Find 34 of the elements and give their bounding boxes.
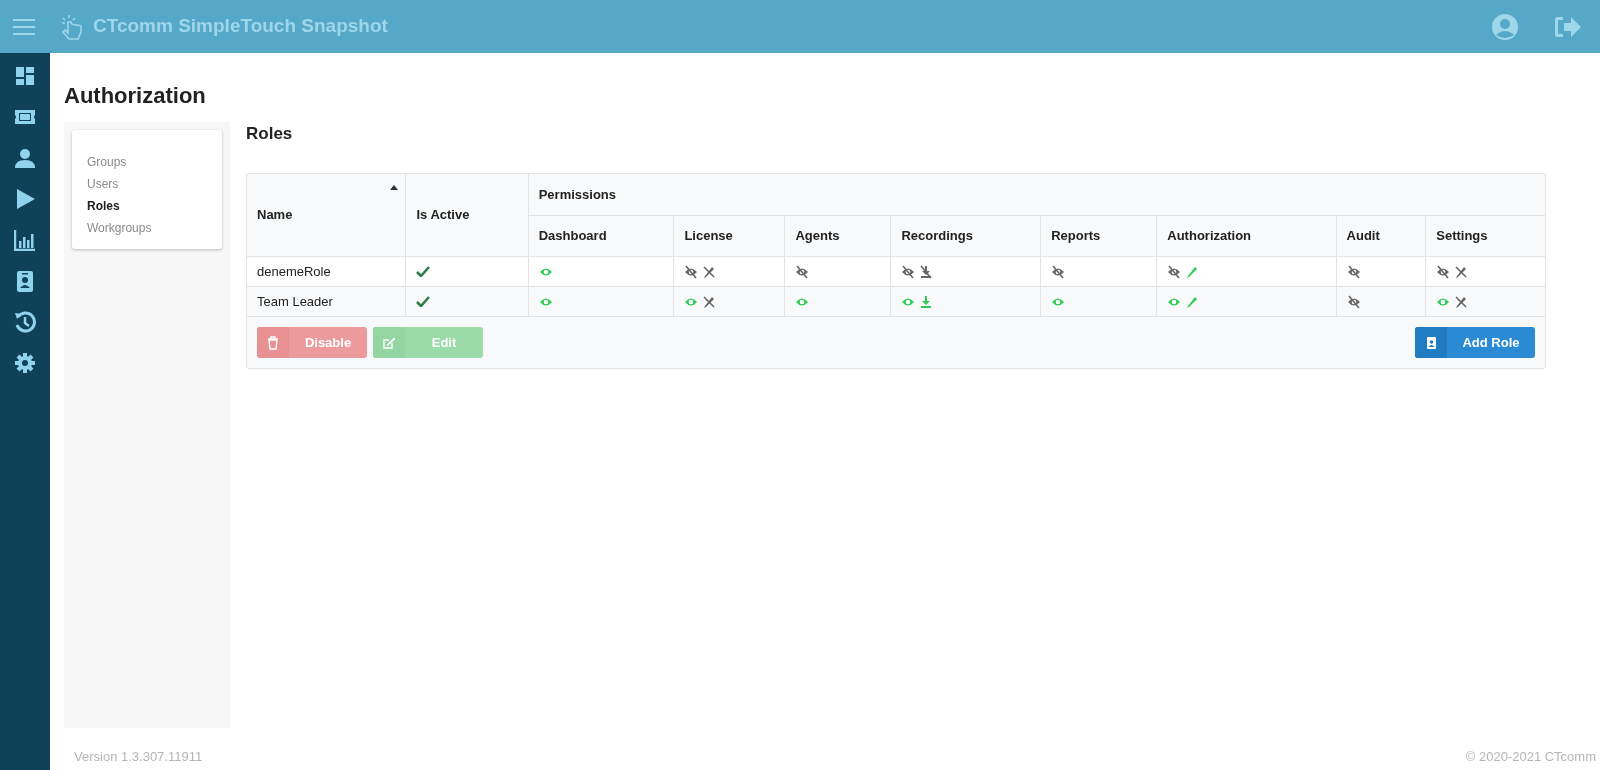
page-title: Authorization: [64, 82, 207, 110]
column-header: Recordings: [901, 228, 973, 244]
column-header: Settings: [1436, 228, 1488, 244]
subnav-link[interactable]: Groups: [87, 154, 207, 171]
play-icon[interactable]: [14, 188, 36, 210]
trash-icon: [266, 335, 280, 350]
subnav-link[interactable]: Roles: [87, 198, 207, 215]
column-header: Reports: [1051, 228, 1101, 244]
table-cell: Team Leader: [257, 293, 333, 309]
column-header: Dashboard: [538, 228, 607, 244]
id-badge-icon[interactable]: [14, 270, 36, 292]
column-group-header: Permissions: [538, 186, 616, 202]
subnav-link[interactable]: Workgroups: [87, 220, 207, 237]
history-icon[interactable]: [14, 311, 36, 333]
column-header: Audit: [1346, 228, 1380, 244]
sort-ascending-icon[interactable]: [390, 184, 399, 190]
dashboard-icon[interactable]: [14, 65, 36, 87]
column-header[interactable]: Is Active: [416, 207, 470, 222]
settings-icon[interactable]: [14, 352, 36, 374]
column-header: Agents: [795, 228, 840, 244]
edit-icon: [382, 335, 396, 350]
section-title: Roles: [246, 123, 294, 145]
column-header[interactable]: Name: [257, 207, 293, 222]
subnav-link[interactable]: Users: [87, 176, 207, 193]
id-badge-icon: [1424, 335, 1438, 350]
app-title: CTcomm SimpleTouch Snapshot: [93, 14, 388, 39]
user-icon[interactable]: [14, 147, 36, 169]
add-role-button[interactable]: Add Role: [1415, 327, 1535, 358]
version-text: Version 1.3.307.11911: [74, 748, 203, 767]
copyright-text: © 2020-2021 CTcomm: [1465, 748, 1596, 767]
table-cell: denemeRole: [257, 263, 331, 279]
bar-chart-icon[interactable]: [14, 229, 36, 251]
column-header: License: [684, 228, 733, 244]
column-header: Authorization: [1167, 228, 1252, 244]
